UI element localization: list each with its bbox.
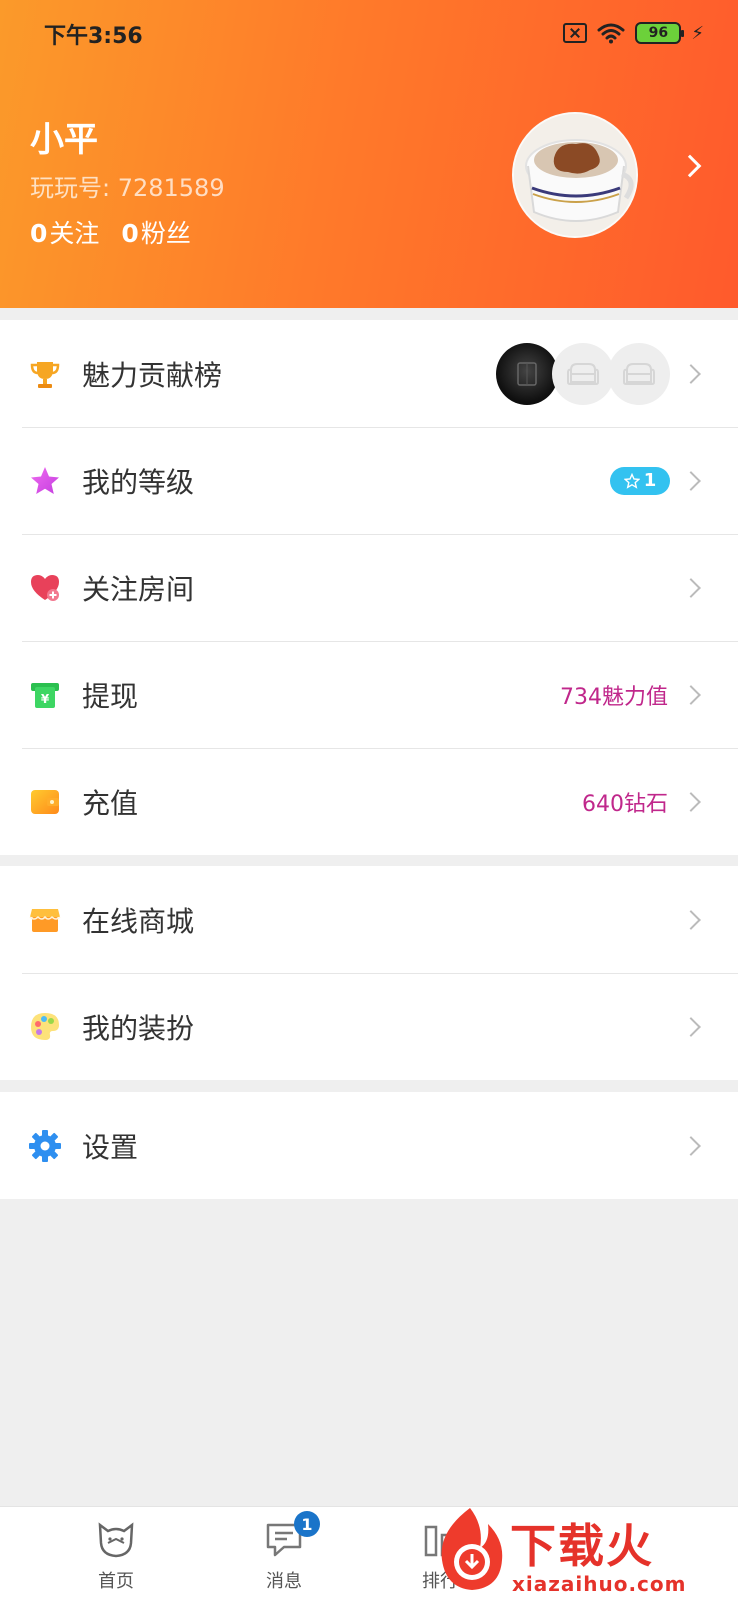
menu-item-label: 在线商城 [82, 904, 195, 938]
menu-item-recharge[interactable]: 充值 640钻石 [0, 748, 738, 855]
palette-icon [31, 1012, 59, 1040]
sofa-placeholder-icon [552, 342, 614, 405]
menu-item-followed-rooms[interactable]: 关注房间 [0, 534, 738, 641]
sofa-placeholder-icon [608, 342, 670, 405]
chevron-right-icon [681, 577, 701, 598]
watermark-title: 下载火 [510, 1519, 654, 1573]
chevron-right-icon[interactable] [678, 154, 702, 178]
home-icon [98, 1522, 134, 1558]
chevron-right-icon [681, 470, 701, 491]
menu-item-label: 提现 [82, 679, 139, 713]
no-sim-icon [563, 23, 588, 43]
following-stat[interactable]: 0关注 [30, 214, 99, 250]
menu-item-label: 我的等级 [82, 465, 195, 499]
chevron-right-icon [681, 1016, 701, 1037]
heart-icon [31, 574, 59, 601]
rank-avatar-1 [496, 342, 558, 405]
menu-item-label: 我的装扮 [82, 1011, 195, 1045]
watermark-domain: xiazaihuo.com [512, 1572, 687, 1596]
message-count-badge: 1 [294, 1511, 320, 1537]
chevron-right-icon [681, 363, 701, 384]
chevron-right-icon [681, 791, 701, 812]
profile-header: 下午3:56 96 ⚡ 小平 玩玩号: 7281589 0关注 0粉丝 [0, 0, 738, 308]
status-bar: 下午3:56 96 ⚡ [0, 0, 738, 66]
avatar[interactable] [512, 112, 638, 238]
menu-item-online-shop[interactable]: 在线商城 [0, 866, 738, 973]
menu-group-2: 在线商城 我的装扮 [0, 866, 738, 1080]
menu-item-charm-ranking[interactable]: 魅力贡献榜 [0, 320, 738, 427]
tab-label: 首页 [98, 1571, 134, 1592]
menu-item-label: 魅力贡献榜 [82, 358, 223, 392]
tab-messages[interactable]: 1 消息 [234, 1507, 334, 1600]
charging-icon: ⚡ [691, 22, 704, 44]
status-time: 下午3:56 [44, 24, 143, 49]
message-icon: 1 [262, 1511, 320, 1561]
charm-value: 734魅力值 [560, 684, 668, 710]
star-outline-icon [623, 472, 640, 489]
user-name: 小平 [30, 120, 98, 160]
chevron-right-icon [681, 909, 701, 930]
menu-item-my-level[interactable]: 我的等级 1 [0, 427, 738, 534]
level-badge: 1 [610, 466, 670, 495]
menu-item-label: 充值 [82, 786, 139, 820]
shop-icon [29, 908, 61, 932]
gear-icon [29, 1129, 61, 1162]
chevron-right-icon [681, 1135, 701, 1156]
menu-item-my-decor[interactable]: 我的装扮 [0, 973, 738, 1080]
menu-group-3: 设置 [0, 1092, 738, 1199]
menu-group-1: 魅力贡献榜 我的等级 1 关注房间 ¥ 提现 734魅力值 充值 640钻石 [0, 320, 738, 855]
diamond-value: 640钻石 [582, 791, 668, 817]
fans-stat[interactable]: 0粉丝 [121, 214, 190, 250]
menu-item-settings[interactable]: 设置 [0, 1092, 738, 1199]
svg-text:¥: ¥ [41, 692, 50, 706]
menu-item-label: 设置 [82, 1130, 139, 1164]
tab-home[interactable]: 首页 [66, 1507, 166, 1600]
battery-indicator: 96 [635, 22, 685, 44]
wifi-icon [597, 22, 625, 44]
tab-label: 消息 [266, 1571, 302, 1592]
status-icons: 96 ⚡ [563, 20, 704, 46]
ranking-avatars [496, 342, 670, 405]
menu-item-withdraw[interactable]: ¥ 提现 734魅力值 [0, 641, 738, 748]
follow-stats: 0关注 0粉丝 [30, 214, 191, 250]
menu-item-label: 关注房间 [82, 572, 195, 606]
star-icon [31, 466, 59, 494]
wallet-icon [31, 789, 59, 814]
flame-logo-icon [441, 1508, 503, 1590]
user-id: 玩玩号: 7281589 [30, 174, 225, 202]
withdraw-icon: ¥ [31, 682, 59, 708]
chevron-right-icon [681, 684, 701, 705]
trophy-icon [30, 361, 60, 388]
watermark-logo: 下载火 xiazaihuo.com [430, 1502, 730, 1600]
